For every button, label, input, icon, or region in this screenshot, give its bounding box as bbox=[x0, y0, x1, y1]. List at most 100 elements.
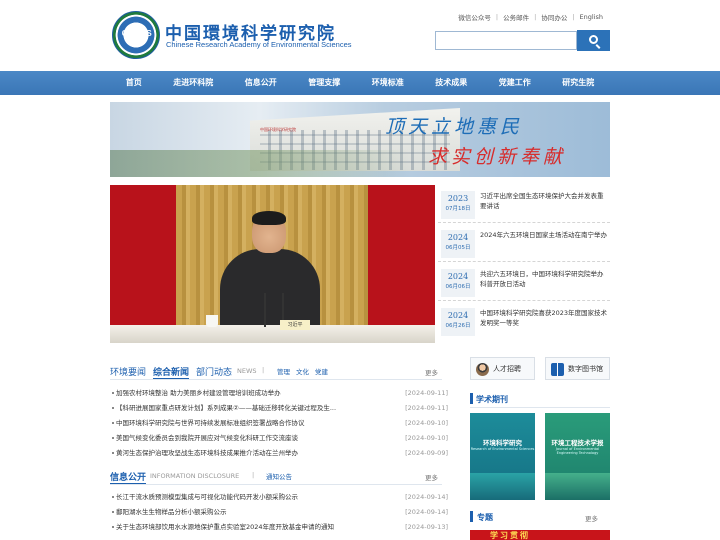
journal-cover-engineering-technology[interactable]: 环境工程技术学报 Journal of Environmental Engine… bbox=[545, 413, 610, 500]
top-link-mail[interactable]: 公务邮件 bbox=[498, 12, 534, 22]
logo-emblem-icon[interactable]: CRAES bbox=[112, 11, 160, 59]
logo-english-name: Chinese Research Academy of Environmenta… bbox=[166, 40, 352, 49]
list-item[interactable]: 加强农村环境整治 助力美丽乡村建设管理培训班成功举办 [2024-09-11] bbox=[110, 386, 450, 400]
feature-news-photo[interactable]: 习近平 bbox=[110, 185, 435, 343]
news-more-link[interactable]: 更多 bbox=[425, 367, 438, 377]
list-item[interactable]: 关于生态环境部饮用水水源地保护重点实验室2024年度开放基金申请的通知 [202… bbox=[110, 520, 450, 534]
tab-notices[interactable]: 通知公告 bbox=[266, 471, 292, 481]
subtab-culture[interactable]: 文化 bbox=[296, 366, 309, 376]
banner-building-sign: 中国环境科学研究院 bbox=[260, 127, 296, 132]
news-item-date: [2024-09-10] bbox=[405, 419, 448, 427]
news-item-date: [2024-09-09] bbox=[405, 449, 448, 457]
section-divider bbox=[110, 379, 442, 380]
info-item-title[interactable]: 关于生态环境部饮用水水源地保护重点实验室2024年度开放基金申请的通知 bbox=[116, 520, 334, 534]
info-more-link[interactable]: 更多 bbox=[425, 472, 438, 482]
tab-environment-news[interactable]: 环境要闻 bbox=[110, 365, 146, 378]
date-news-title[interactable]: 共迎六五环境日，中国环境科学研究院举办科普开放日活动 bbox=[480, 269, 608, 289]
journal-title: 环境科学研究 bbox=[483, 439, 522, 447]
info-item-title[interactable]: 鄱阳湖水生生物样品分析小额采购公示 bbox=[116, 505, 227, 519]
book-icon bbox=[551, 363, 564, 376]
feature-nameplate: 习近平 bbox=[280, 320, 310, 330]
journal-english-title: Research of Environmental Sciences bbox=[470, 447, 535, 451]
digital-library-button[interactable]: 数字图书馆 bbox=[545, 357, 610, 380]
date-month-day: 07月18日 bbox=[445, 206, 471, 212]
date-year: 2024 bbox=[447, 272, 469, 281]
news-item-title[interactable]: 加强农村环境整治 助力美丽乡村建设管理培训班成功举办 bbox=[116, 386, 281, 400]
news-item-title[interactable]: 【科研进展国家重点研发计划】系列成果②——基础迁移转化关键过程及生... bbox=[116, 401, 336, 415]
info-item-date: [2024-09-13] bbox=[405, 523, 448, 531]
nav-item-management[interactable]: 管理支撑 bbox=[306, 71, 342, 95]
nav-item-achievements[interactable]: 技术成果 bbox=[433, 71, 469, 95]
nav-item-disclosure[interactable]: 信息公开 bbox=[243, 71, 279, 95]
nav-item-about[interactable]: 走进环科院 bbox=[171, 71, 215, 95]
list-item[interactable]: 美国气候变化委员会到我院开展应对气候变化科研工作交流座谈 [2024-09-10… bbox=[110, 431, 450, 445]
section-divider bbox=[110, 484, 442, 485]
subtab-party[interactable]: 党建 bbox=[315, 366, 328, 376]
banner-slogan-line2: 求实创新奉献 bbox=[428, 146, 567, 168]
date-news-item[interactable]: 2024 06月05日 2024年六五环境日国家主场活动在南宁举办 bbox=[438, 226, 610, 262]
bullet-icon bbox=[112, 496, 114, 498]
date-news-title[interactable]: 中国环境科学研究院喜获2023年度国家技术发明奖一等奖 bbox=[480, 308, 608, 328]
info-item-title[interactable]: 长江干流水质预测模型集成与可视化功能代码开发小额采购公示 bbox=[116, 490, 298, 504]
date-news-item[interactable]: 2024 06月06日 共迎六五环境日，中国环境科学研究院举办科普开放日活动 bbox=[438, 265, 610, 301]
tab-department-news[interactable]: 部门动态 bbox=[196, 365, 232, 378]
list-item[interactable]: 长江干流水质预测模型集成与可视化功能代码开发小额采购公示 [2024-09-14… bbox=[110, 490, 450, 504]
date-news-list: 2023 07月18日 习近平出席全国生态环境保护大会并发表重要讲话 2024 … bbox=[438, 185, 610, 343]
date-box: 2024 06月26日 bbox=[441, 308, 475, 336]
bullet-icon bbox=[112, 422, 114, 424]
journal-cover-band bbox=[545, 473, 610, 500]
section-marker bbox=[470, 393, 473, 404]
date-box: 2024 06月05日 bbox=[441, 230, 475, 258]
bullet-icon bbox=[112, 437, 114, 439]
topics-more-link[interactable]: 更多 bbox=[585, 513, 598, 523]
main-nav: 首页 走进环科院 信息公开 管理支撑 环境标准 技术成果 党建工作 研究生院 bbox=[0, 71, 720, 95]
date-year: 2023 bbox=[447, 194, 469, 203]
list-item[interactable]: 鄱阳湖水生生物样品分析小额采购公示 [2024-09-14] bbox=[110, 505, 450, 519]
search-input[interactable] bbox=[435, 31, 577, 50]
news-item-title[interactable]: 中国环境科学研究院与世界可持续发展标准组织签署战略合作协议 bbox=[116, 416, 305, 430]
digital-library-label: 数字图书馆 bbox=[568, 365, 603, 373]
teacup-icon bbox=[206, 315, 218, 327]
nav-item-graduate[interactable]: 研究生院 bbox=[560, 71, 596, 95]
nav-item-party[interactable]: 党建工作 bbox=[497, 71, 533, 95]
section-divider bbox=[470, 407, 610, 408]
recruitment-button[interactable]: 人才招聘 bbox=[470, 357, 535, 380]
news-item-title[interactable]: 黄河生态保护治理攻坚战生态环境科技成果推介活动在兰州举办 bbox=[116, 446, 298, 460]
subtab-management[interactable]: 管理 bbox=[277, 366, 290, 376]
nav-item-standards[interactable]: 环境标准 bbox=[370, 71, 406, 95]
info-item-date: [2024-09-14] bbox=[405, 493, 448, 501]
search-icon bbox=[589, 35, 598, 44]
nav-item-home[interactable]: 首页 bbox=[124, 71, 144, 95]
list-item[interactable]: 黄河生态保护治理攻坚战生态环境科技成果推介活动在兰州举办 [2024-09-09… bbox=[110, 446, 450, 460]
list-item[interactable]: 【科研进展国家重点研发计划】系列成果②——基础迁移转化关键过程及生... [20… bbox=[110, 401, 450, 415]
news-item-date: [2024-09-10] bbox=[405, 434, 448, 442]
news-item-date: [2024-09-11] bbox=[405, 389, 448, 397]
list-item[interactable]: 中国环境科学研究院与世界可持续发展标准组织签署战略合作协议 [2024-09-1… bbox=[110, 416, 450, 430]
journal-english-title: Journal of Environmental Engineering Tec… bbox=[555, 447, 600, 455]
topic-banner[interactable]: 学习贯彻 bbox=[470, 530, 610, 540]
subtab-separator: | bbox=[262, 366, 265, 374]
date-news-title[interactable]: 2024年六五环境日国家主场活动在南宁举办 bbox=[480, 230, 608, 240]
date-year: 2024 bbox=[447, 233, 469, 242]
date-year: 2024 bbox=[447, 311, 469, 320]
date-news-item[interactable]: 2023 07月18日 习近平出席全国生态环境保护大会并发表重要讲话 bbox=[438, 187, 610, 223]
section-subtitle-info: INFORMATION DISCLOSURE bbox=[150, 472, 240, 480]
section-subtitle-news: NEWS bbox=[237, 367, 257, 375]
top-link-english[interactable]: English bbox=[575, 13, 608, 21]
search-button[interactable] bbox=[577, 30, 610, 51]
bullet-icon bbox=[112, 452, 114, 454]
info-section-title[interactable]: 信息公开 bbox=[110, 470, 147, 485]
date-news-title[interactable]: 习近平出席全国生态环境保护大会并发表重要讲话 bbox=[480, 191, 608, 211]
banner-slogan-line1: 顶天立地惠民 bbox=[385, 116, 524, 138]
person-icon bbox=[476, 363, 489, 376]
top-links: 微信公众号 | 公务邮件 | 协同办公 | English bbox=[453, 12, 608, 22]
bullet-icon bbox=[112, 407, 114, 409]
date-news-item[interactable]: 2024 06月26日 中国环境科学研究院喜获2023年度国家技术发明奖一等奖 bbox=[438, 304, 610, 340]
journal-cover-environmental-research[interactable]: 环境科学研究 Research of Environmental Science… bbox=[470, 413, 535, 500]
top-link-office[interactable]: 协同办公 bbox=[536, 12, 572, 22]
top-link-wechat[interactable]: 微信公众号 bbox=[453, 12, 496, 22]
hero-banner: 中国环境科学研究院 顶天立地惠民 求实创新奉献 bbox=[110, 102, 610, 177]
tab-general-news[interactable]: 综合新闻 bbox=[153, 365, 190, 380]
journal-cover-band bbox=[470, 473, 535, 500]
news-item-title[interactable]: 美国气候变化委员会到我院开展应对气候变化科研工作交流座谈 bbox=[116, 431, 298, 445]
